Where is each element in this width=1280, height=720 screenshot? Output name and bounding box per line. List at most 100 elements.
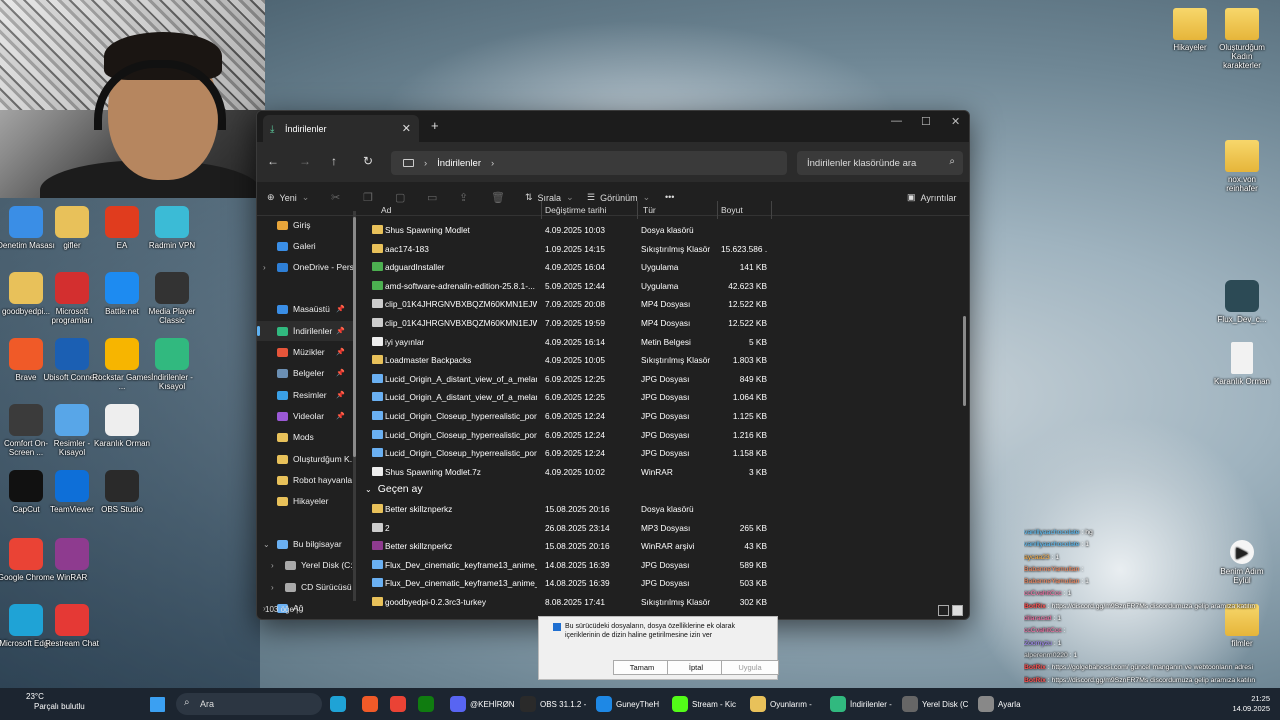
cut-icon[interactable]: ✂	[331, 191, 340, 204]
file-row[interactable]: Better skillznperkz 15.08.2025 20:16 WinRA…	[369, 537, 769, 556]
tiles-view-icon[interactable]	[952, 605, 963, 616]
address-bar[interactable]: › İndirilenler ›	[391, 151, 787, 175]
column-header-name[interactable]: Ad	[381, 201, 391, 219]
sidebar-item[interactable]: Mods	[257, 427, 353, 447]
sidebar-item[interactable]: › OneDrive - Pers	[257, 257, 353, 277]
desktop-icon[interactable]: Karanlık Orman	[92, 404, 152, 448]
desktop-icon-karakterler[interactable]: Oluşturdğum Kadın karakterler	[1212, 8, 1272, 70]
file-row[interactable]: Shus Spawning Modlet 4.09.2025 10:03 Dosya…	[369, 221, 769, 240]
taskbar-pinned-app[interactable]	[330, 695, 346, 713]
taskbar-pinned-app[interactable]	[390, 695, 406, 713]
cancel-button[interactable]: İptal	[667, 660, 725, 675]
file-row[interactable]: clip_01K4JHRGNVBXBQZM60KMN1EJWN... 7.09.2…	[369, 295, 769, 314]
app-icon	[9, 338, 43, 370]
desktop-icon-label: Radmin VPN	[148, 241, 196, 250]
column-header-date[interactable]: Değiştirme tarihi	[545, 201, 606, 219]
sidebar-item[interactable]: Müzikler 📌	[257, 342, 353, 362]
file-list-scrollbar[interactable]	[963, 316, 966, 406]
sidebar-item[interactable]: Belgeler 📌	[257, 363, 353, 383]
taskbar-search[interactable]: ⌕ Ara	[176, 693, 322, 715]
file-row[interactable]: iyi yayınlar 4.09.2025 16:14 Metin Belgesi…	[369, 333, 769, 352]
file-name: Flux_Dev_cinematic_keyframe13_anime_...	[385, 559, 537, 570]
tab-indirilenler[interactable]: ⤓ İndirilenler ✕	[263, 115, 419, 142]
refresh-icon[interactable]: ↻	[363, 154, 373, 168]
file-row[interactable]: Lucid_Origin_Closeup_hyperrealistic_port…	[369, 407, 769, 426]
file-row[interactable]: clip_01K4JHRGNVBXBQZM60KMN1EJWN 7.09.2025…	[369, 314, 769, 333]
file-row[interactable]: Lucid_Origin_Closeup_hyperrealistic_port…	[369, 444, 769, 463]
column-header-size[interactable]: Boyut	[721, 201, 743, 219]
column-header-type[interactable]: Tür	[643, 201, 656, 219]
sidebar-item[interactable]: Resimler 📌	[257, 385, 353, 405]
desktop-icon-flux[interactable]: Flux_Dev_c...	[1212, 280, 1272, 324]
sidebar-item[interactable]: İndirilenler 📌	[257, 321, 353, 341]
sidebar-item[interactable]: Oluşturdğum K.	[257, 449, 353, 469]
weather-widget[interactable]: 23°C Parçalı bulutlu	[10, 692, 85, 712]
sidebar-item[interactable]: Galeri	[257, 236, 353, 256]
navigation-pane-scrollbar[interactable]	[353, 211, 356, 601]
chevron-right-icon[interactable]: ›	[271, 583, 274, 592]
taskbar-window-button[interactable]: Oyunlarım -	[750, 695, 812, 713]
start-button[interactable]	[150, 695, 165, 713]
file-row[interactable]: Better skillznperkz 15.08.2025 20:16 Dosya…	[369, 500, 769, 519]
desktop-icon-hikayeler[interactable]: Hikayeler	[1160, 8, 1220, 52]
taskbar-window-button[interactable]: @KEHİRØN	[450, 695, 515, 713]
search-input[interactable]: İndirilenler klasöründe ara ⌕	[797, 151, 963, 175]
desktop-icon-nox[interactable]: nox.von reinhafer	[1212, 140, 1272, 193]
file-name: Lucid_Origin_A_distant_view_of_a_melan..…	[385, 373, 537, 384]
ok-button[interactable]: Tamam	[613, 660, 671, 675]
taskbar-window-button[interactable]: Yerel Disk (C	[902, 695, 968, 713]
sidebar-item[interactable]: Masaüstü 📌	[257, 299, 353, 319]
file-row[interactable]: adguardInstaller 4.09.2025 16:04 Uygulama 1…	[369, 258, 769, 277]
new-button[interactable]: ⊕ Yeni ⌄	[267, 192, 309, 203]
file-row[interactable]: Lucid_Origin_Closeup_hyperrealistic_port…	[369, 426, 769, 445]
taskbar-window-button[interactable]: Stream - Kic	[672, 695, 736, 713]
sidebar-item[interactable]: ⌄ Bu bilgisayar	[257, 534, 353, 554]
up-icon[interactable]: ↑	[331, 154, 337, 168]
sidebar-item[interactable]: › CD Sürücüsü (	[257, 577, 353, 597]
desktop-icon[interactable]: Media Player Classic	[142, 272, 202, 325]
sidebar-item[interactable]: Giriş	[257, 215, 353, 235]
index-checkbox[interactable]	[553, 623, 561, 631]
taskbar-pinned-app[interactable]	[418, 695, 434, 713]
back-icon[interactable]: ←	[267, 154, 279, 168]
details-view-icon[interactable]	[938, 605, 949, 616]
taskbar-window-button[interactable]: GuneyTheH	[596, 695, 659, 713]
file-row[interactable]: Lucid_Origin_A_distant_view_of_a_melan..…	[369, 388, 769, 407]
close-window-icon[interactable]: ✕	[951, 115, 960, 128]
desktop-icon[interactable]: İndirilenler - Kısayol	[142, 338, 202, 391]
forward-icon[interactable]: →	[299, 154, 311, 168]
taskbar-window-button[interactable]: Ayarla	[978, 695, 1021, 713]
new-tab-button[interactable]: +	[431, 118, 439, 133]
desktop-icon[interactable]: Radmin VPN	[142, 206, 202, 250]
sidebar-item[interactable]: › Yerel Disk (C:)	[257, 555, 353, 575]
desktop-icon[interactable]: WinRAR	[42, 538, 102, 582]
chevron-right-icon[interactable]: ›	[271, 561, 274, 570]
desktop-icon[interactable]: Restream Chat	[42, 604, 102, 648]
minimize-icon[interactable]: —	[891, 115, 902, 127]
taskbar-window-button[interactable]: OBS 31.1.2 -	[520, 695, 586, 713]
file-row[interactable]: Flux_Dev_cinematic_keyframe13_anime_... 1…	[369, 556, 769, 575]
desktop-icon[interactable]: OBS Studio	[92, 470, 152, 514]
close-tab-icon[interactable]: ✕	[402, 122, 411, 135]
file-row[interactable]: Lucid_Origin_A_distant_view_of_a_melan..…	[369, 370, 769, 389]
sidebar-item[interactable]: Videolar 📌	[257, 406, 353, 426]
file-row[interactable]: Shus Spawning Modlet.7z 4.09.2025 10:02 Wi…	[369, 463, 769, 482]
desktop-icon-karanlik-orman-right[interactable]: Karanlık Orman	[1212, 342, 1272, 386]
chevron-down-icon[interactable]: ⌄	[263, 540, 270, 549]
file-row[interactable]: Loadmaster Backpacks 4.09.2025 10:05 Sıkış…	[369, 351, 769, 370]
file-row[interactable]: 2 26.08.2025 23:14 MP3 Dosyası 265 KB	[369, 519, 769, 538]
clock[interactable]: 21:25 14.09.2025	[1232, 694, 1270, 714]
chevron-right-icon[interactable]: ›	[263, 263, 266, 272]
file-row[interactable]: amd-software-adrenalin-edition-25.8.1-..…	[369, 277, 769, 296]
taskbar-window-button[interactable]: İndirilenler -	[830, 695, 892, 713]
chat-username: ccCvahitCcc	[1024, 627, 1062, 635]
group-header[interactable]: ⌄ Geçen ay	[365, 483, 423, 495]
apply-button[interactable]: Uygula	[721, 660, 779, 675]
chevron-down-icon[interactable]: ⌄	[365, 485, 372, 494]
sidebar-item[interactable]: Robot hayvanla	[257, 470, 353, 490]
file-row[interactable]: aac174-183 1.09.2025 14:15 Sıkıştırılmış K…	[369, 240, 769, 259]
file-row[interactable]: Flux_Dev_cinematic_keyframe13_anime_... 1…	[369, 574, 769, 593]
maximize-icon[interactable]: ☐	[921, 115, 931, 128]
taskbar-pinned-app[interactable]	[362, 695, 378, 713]
sidebar-item[interactable]: Hikayeler	[257, 491, 353, 511]
